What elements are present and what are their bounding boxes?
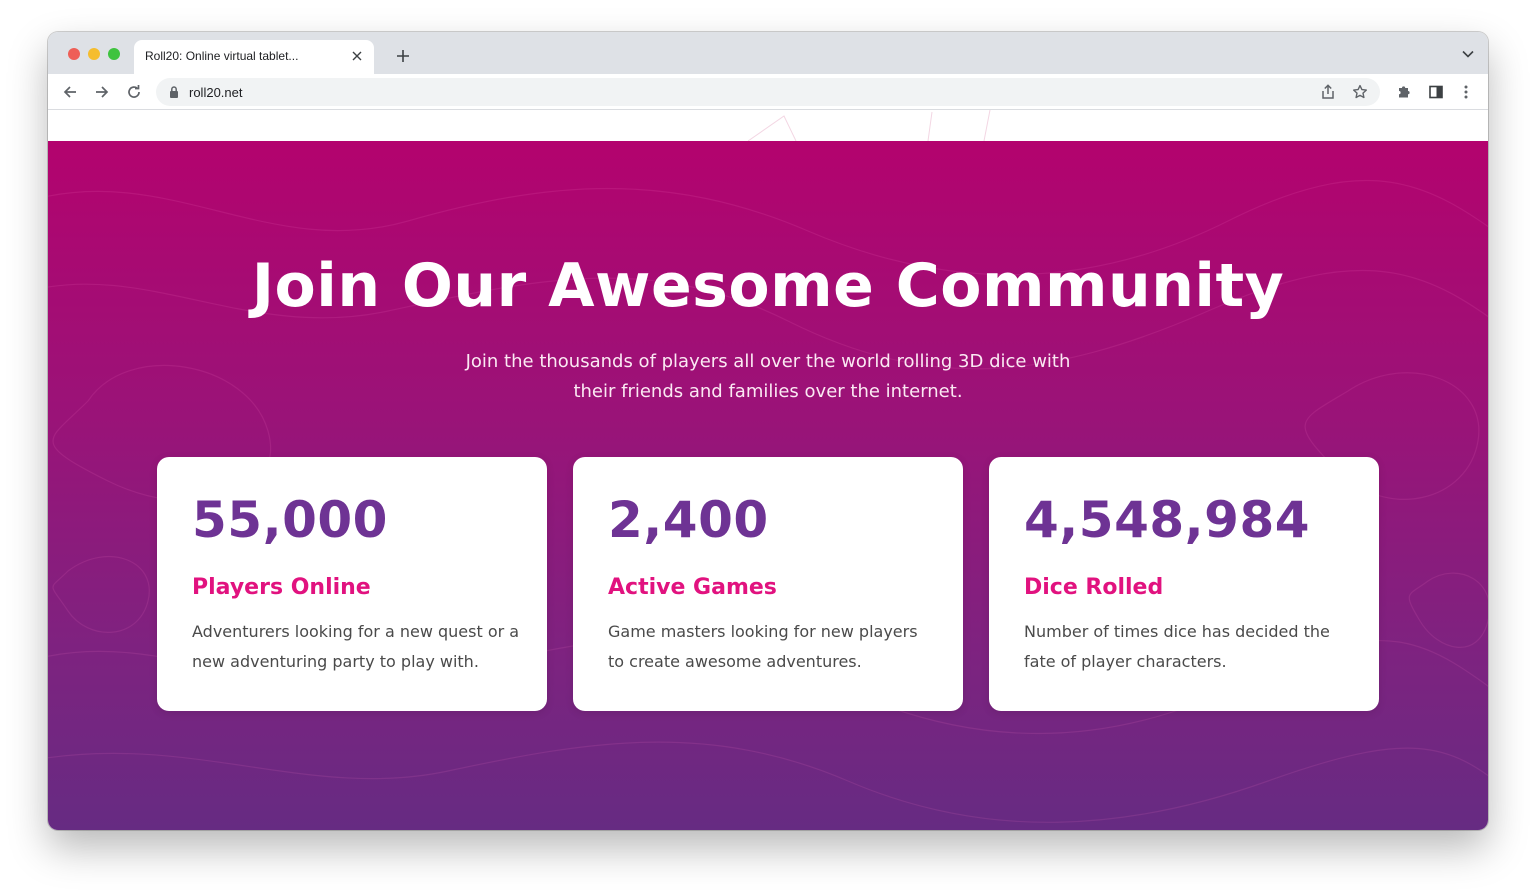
stat-number: 55,000 — [192, 491, 388, 549]
url-text: roll20.net — [189, 85, 243, 100]
header-decoration — [747, 110, 991, 141]
browser-window: Roll20: Online virtual tablet... roll20. — [48, 32, 1488, 830]
close-icon[interactable] — [348, 47, 366, 65]
tab-strip: Roll20: Online virtual tablet... — [48, 32, 1488, 74]
arrow-left-icon[interactable] — [58, 80, 82, 104]
section-subtitle: Join the thousands of players all over t… — [465, 351, 1071, 402]
page-content: Join Our Awesome Community Join the thou… — [48, 110, 1488, 830]
section-title: Join Our Awesome Community — [251, 251, 1285, 321]
stat-description: Number of times dice has decided the fat… — [1024, 622, 1330, 671]
arrow-right-icon[interactable] — [90, 80, 114, 104]
stat-number: 2,400 — [608, 491, 769, 549]
community-section: Join Our Awesome Community Join the thou… — [48, 141, 1488, 830]
tab-title: Roll20: Online virtual tablet... — [145, 49, 299, 63]
kebab-menu-icon[interactable] — [1454, 80, 1478, 104]
browser-tab[interactable]: Roll20: Online virtual tablet... — [134, 40, 374, 74]
stat-card-players: 55,000 Players Online Adventurers lookin… — [157, 457, 547, 711]
stat-label: Active Games — [608, 575, 777, 600]
plus-icon[interactable] — [392, 45, 414, 67]
close-window-button[interactable] — [68, 48, 80, 60]
puzzle-icon[interactable] — [1392, 80, 1416, 104]
stat-number: 4,548,984 — [1024, 491, 1311, 549]
maximize-window-button[interactable] — [108, 48, 120, 60]
stat-label: Dice Rolled — [1024, 575, 1164, 600]
reload-icon[interactable] — [122, 80, 146, 104]
stat-description: Game masters looking for new players to … — [608, 622, 918, 671]
side-panel-icon[interactable] — [1424, 80, 1448, 104]
stat-label: Players Online — [192, 575, 371, 600]
stat-card-games: 2,400 Active Games Game masters looking … — [573, 457, 963, 711]
lock-icon — [168, 85, 180, 99]
browser-toolbar: roll20.net — [48, 74, 1488, 110]
address-bar[interactable]: roll20.net — [156, 78, 1380, 106]
star-icon[interactable] — [1350, 82, 1370, 102]
minimize-window-button[interactable] — [88, 48, 100, 60]
chevron-down-icon[interactable] — [1460, 46, 1476, 62]
stat-description: Adventurers looking for a new quest or a… — [192, 622, 520, 671]
stat-card-dice: 4,548,984 Dice Rolled Number of times di… — [989, 457, 1379, 711]
share-icon[interactable] — [1318, 82, 1338, 102]
